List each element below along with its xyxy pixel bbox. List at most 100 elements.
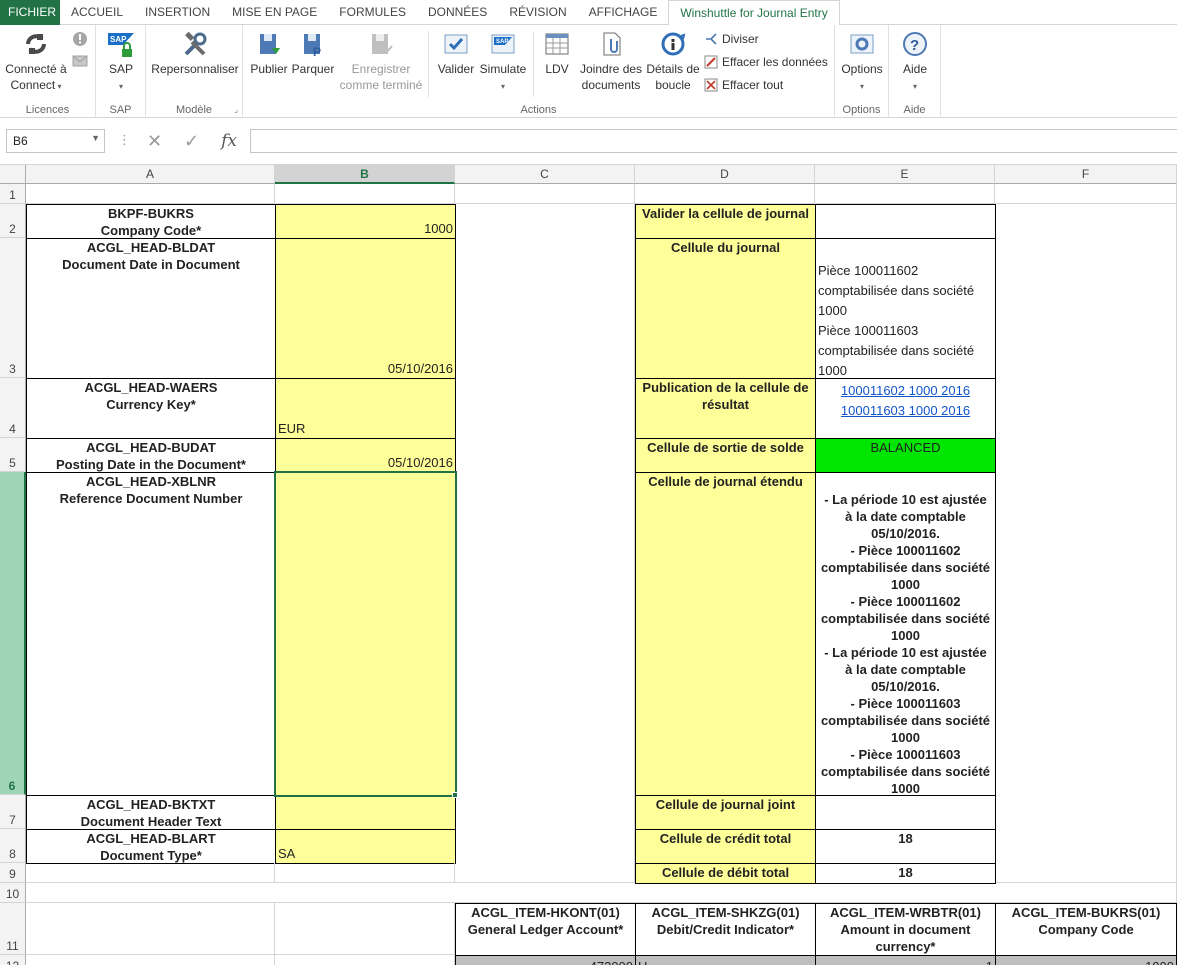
- tab-winshuttle[interactable]: Winshuttle for Journal Entry: [668, 0, 840, 26]
- cell-d6[interactable]: Cellule de journal étendu: [635, 472, 816, 796]
- formula-input[interactable]: [250, 129, 1177, 153]
- joindre-documents-button[interactable]: Joindre des documents: [580, 30, 642, 93]
- ldv-button[interactable]: LDV: [539, 30, 575, 77]
- cell-d2[interactable]: Valider la cellule de journal: [635, 204, 816, 239]
- cell-d1[interactable]: [635, 184, 815, 204]
- cell-b9[interactable]: [275, 863, 455, 883]
- row-header-6[interactable]: 6: [0, 472, 26, 795]
- result-link[interactable]: 100011603 1000 2016: [816, 401, 995, 421]
- column-header-c[interactable]: C: [455, 165, 635, 184]
- cell-d11[interactable]: ACGL_ITEM-SHKZG(01) Debit/Credit Indicat…: [635, 903, 816, 956]
- tab-mise-en-page[interactable]: MISE EN PAGE: [221, 0, 328, 25]
- cell-d5[interactable]: Cellule de sortie de solde: [635, 438, 816, 473]
- row-header-9[interactable]: 9: [0, 863, 26, 883]
- column-header-e[interactable]: E: [815, 165, 995, 184]
- row-10-blank[interactable]: [26, 883, 1177, 903]
- aide-button[interactable]: ? Aide ▾: [895, 30, 935, 95]
- cell-b6-reference-document[interactable]: [275, 472, 456, 796]
- row-header-5[interactable]: 5: [0, 438, 26, 472]
- column-header-d[interactable]: D: [635, 165, 815, 184]
- cell-c11[interactable]: ACGL_ITEM-HKONT(01) General Ledger Accou…: [455, 903, 636, 956]
- tab-affichage[interactable]: AFFICHAGE: [578, 0, 669, 25]
- effacer-donnees-button[interactable]: Effacer les données: [704, 52, 828, 72]
- row-header-3[interactable]: 3: [0, 238, 26, 378]
- cell-a8[interactable]: ACGL_HEAD-BLART Document Type*: [26, 829, 276, 864]
- cell-e8-credit-total[interactable]: 18: [815, 829, 996, 864]
- cell-a12[interactable]: [26, 955, 275, 965]
- cell-a1[interactable]: [26, 184, 275, 204]
- cell-e9-debit-total[interactable]: 18: [815, 863, 996, 884]
- cancel-icon[interactable]: ✕: [147, 131, 162, 152]
- cell-f12[interactable]: 1000: [995, 955, 1177, 965]
- tab-insertion[interactable]: INSERTION: [134, 0, 221, 25]
- cell-b8-document-type[interactable]: SA: [275, 829, 456, 864]
- cell-a6[interactable]: ACGL_HEAD-XBLNR Reference Document Numbe…: [26, 472, 276, 796]
- tab-revision[interactable]: RÉVISION: [498, 0, 577, 25]
- options-button[interactable]: Options ▾: [839, 30, 885, 95]
- parquer-button[interactable]: P Parquer: [290, 30, 336, 77]
- repersonnaliser-button[interactable]: Repersonnaliser: [150, 30, 240, 77]
- cell-f2-f9-blank[interactable]: [995, 204, 1177, 883]
- column-header-a[interactable]: A: [26, 165, 275, 184]
- cell-d8[interactable]: Cellule de crédit total: [635, 829, 816, 864]
- row-header-8[interactable]: 8: [0, 829, 26, 863]
- valider-button[interactable]: Valider: [435, 30, 477, 77]
- cell-b1[interactable]: [275, 184, 455, 204]
- cell-e11[interactable]: ACGL_ITEM-WRBTR(01) Amount in document c…: [815, 903, 996, 956]
- cell-e7[interactable]: [815, 795, 996, 830]
- cell-d4[interactable]: Publication de la cellule de résultat: [635, 378, 816, 439]
- cell-e12[interactable]: 1: [815, 955, 996, 965]
- chevron-down-icon[interactable]: ▼: [91, 133, 100, 143]
- cell-a4[interactable]: ACGL_HEAD-WAERS Currency Key*: [26, 378, 276, 439]
- row-header-1[interactable]: 1: [0, 184, 26, 204]
- enregistrer-termine-button[interactable]: Enregistrer comme terminé: [338, 30, 424, 93]
- row-header-7[interactable]: 7: [0, 795, 26, 829]
- cell-b2-company-code[interactable]: 1000: [275, 204, 456, 239]
- spreadsheet-grid[interactable]: A B C D E F 1 2 3 4 5 6 7 8 9 10 11 12 B…: [0, 165, 1177, 965]
- details-boucle-button[interactable]: Détails de boucle: [645, 30, 701, 93]
- tab-fichier[interactable]: FICHIER: [0, 0, 60, 25]
- row-header-4[interactable]: 4: [0, 378, 26, 438]
- cell-a3[interactable]: ACGL_HEAD-BLDAT Document Date in Documen…: [26, 238, 276, 379]
- cell-e5-balance-status[interactable]: BALANCED: [815, 438, 996, 473]
- cell-a2[interactable]: BKPF-BUKRS Company Code*: [26, 204, 276, 239]
- cell-f11[interactable]: ACGL_ITEM-BUKRS(01) Company Code: [995, 903, 1177, 956]
- publier-button[interactable]: Publier: [249, 30, 289, 77]
- cell-d3[interactable]: Cellule du journal: [635, 238, 816, 379]
- cell-e3-journal[interactable]: Pièce 100011602 comptabilisée dans socié…: [815, 238, 996, 379]
- result-link[interactable]: 100011602 1000 2016: [816, 381, 995, 401]
- cell-e1[interactable]: [815, 184, 995, 204]
- row-header-12[interactable]: 12: [0, 955, 26, 965]
- cell-c1[interactable]: [455, 184, 635, 204]
- column-header-f[interactable]: F: [995, 165, 1177, 184]
- enter-icon[interactable]: ✓: [184, 131, 199, 152]
- tab-formules[interactable]: FORMULES: [328, 0, 417, 25]
- sap-button[interactable]: SAP SAP ▾: [101, 30, 141, 95]
- row-header-11[interactable]: 11: [0, 903, 26, 955]
- effacer-tout-button[interactable]: Effacer tout: [704, 75, 783, 95]
- cell-a11[interactable]: [26, 903, 275, 955]
- info-icon[interactable]: [72, 31, 88, 47]
- dialog-launcher-icon[interactable]: ⌟: [234, 105, 238, 114]
- name-box[interactable]: B6 ▼: [6, 129, 105, 153]
- tab-accueil[interactable]: ACCUEIL: [60, 0, 134, 25]
- row-header-10[interactable]: 10: [0, 883, 26, 903]
- connect-button[interactable]: Connecté à Connect ▾: [4, 30, 68, 95]
- cell-c2-c9-blank[interactable]: [455, 204, 635, 883]
- cell-b3-document-date[interactable]: 05/10/2016: [275, 238, 456, 379]
- cell-b4-currency-key[interactable]: EUR: [275, 378, 456, 439]
- cell-c12[interactable]: 473000: [455, 955, 636, 965]
- diviser-button[interactable]: Diviser: [704, 29, 759, 49]
- select-all-corner[interactable]: [0, 165, 26, 184]
- cell-e2[interactable]: [815, 204, 996, 239]
- fill-handle[interactable]: [452, 792, 458, 798]
- row-header-2[interactable]: 2: [0, 204, 26, 238]
- cell-a5[interactable]: ACGL_HEAD-BUDAT Posting Date in the Docu…: [26, 438, 276, 473]
- cell-e6-extended-journal[interactable]: - La période 10 est ajustée à la date co…: [815, 472, 996, 796]
- cell-e4-result-links[interactable]: 100011602 1000 2016 100011603 1000 2016: [815, 378, 996, 439]
- simulate-button[interactable]: SAP Simulate ▾: [478, 30, 528, 95]
- cell-b12[interactable]: [275, 955, 455, 965]
- tab-donnees[interactable]: DONNÉES: [417, 0, 498, 25]
- insert-function-button[interactable]: fx: [221, 131, 237, 151]
- cell-b7-header-text[interactable]: [275, 795, 456, 830]
